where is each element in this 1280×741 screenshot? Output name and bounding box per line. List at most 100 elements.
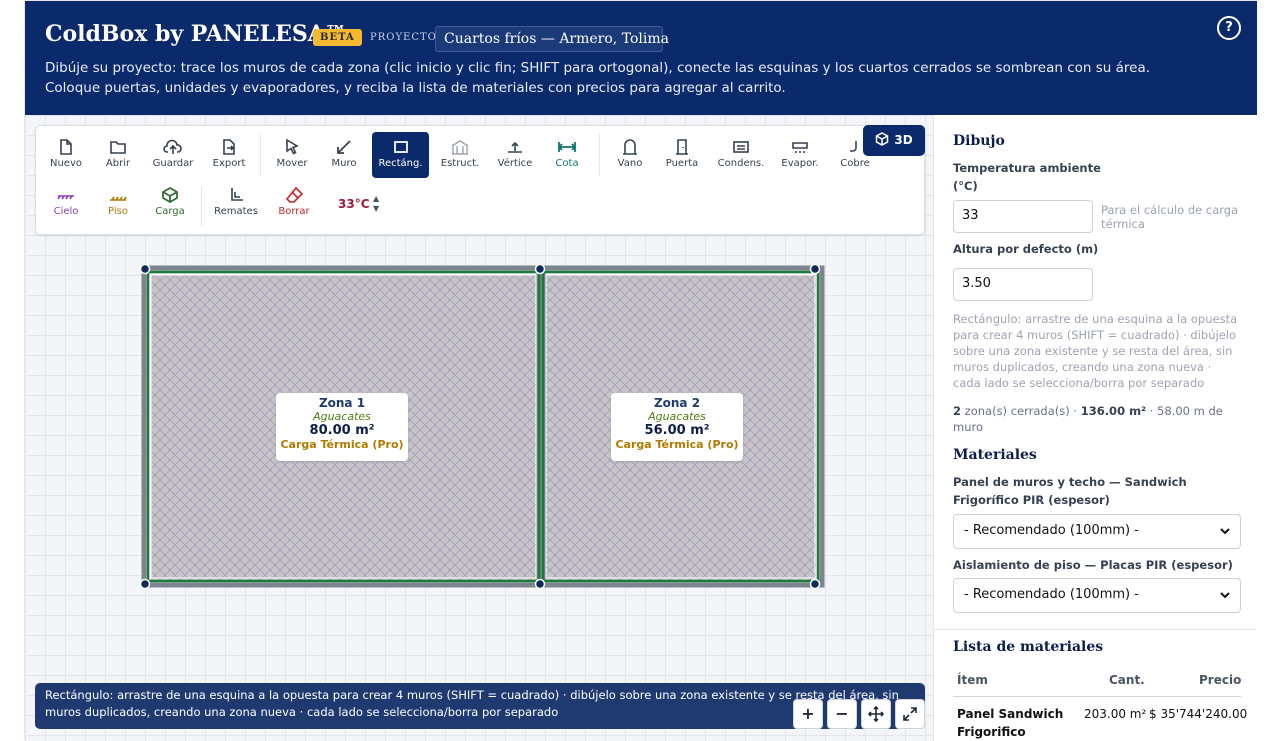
fit-view-button[interactable] [895,699,925,729]
floor-label: Aislamiento de piso — Placas PIR (espeso… [953,558,1233,572]
tool-label: Vano [617,158,643,169]
move-arrows-icon [867,705,885,723]
height-label: Altura por defecto (m) [953,242,1099,256]
tool-label: Carga [155,206,185,217]
drawing-canvas[interactable]: Zona 1 Aguacates 80.00 m² Carga Térmica … [25,115,933,741]
table-row-item: Panel Sandwich Frigorifico 100mm [957,707,1064,739]
structure-icon [451,140,469,155]
chevron-down-icon [1220,592,1230,599]
table-header-divider [953,696,1241,697]
drawing-summary: 2 zona(s) cerrada(s) · 136.00 m² · 58.00… [953,403,1253,435]
tool-label: Guardar [152,158,194,169]
tool-piso[interactable]: Piso [90,184,146,230]
tool-label: Condens. [717,158,765,169]
beta-badge: BETA [313,29,362,46]
tool-label: Cota [555,158,579,169]
default-height-input[interactable]: 3.50 [953,268,1093,301]
drawing-section-title: Dibujo [953,133,1005,149]
tool-label: Vértice [497,158,533,169]
tool-abrir[interactable]: Abrir [90,132,146,178]
zone-name: Zona 1 [318,396,366,410]
tool-puerta[interactable]: Puerta [654,132,710,178]
temp-note: Para el cálculo de carga térmica [1101,203,1239,231]
zone-thermal-load-link[interactable]: Carga Térmica (Pro) [611,438,743,451]
export-icon [223,139,235,155]
tool-cota[interactable]: Cota [539,132,595,178]
cargo-box-icon [162,187,178,203]
tool-mover[interactable]: Mover [264,132,320,178]
vertex-icon [508,141,522,153]
tool-label: Estruct. [440,158,480,169]
tool-muro[interactable]: Muro [316,132,372,178]
wall-line-icon [337,140,351,154]
opening-icon [623,139,637,155]
col-qty: Cant. [1109,673,1145,687]
view-3d-button[interactable]: 3D [863,125,925,156]
temp-stepper[interactable]: ▲ ▼ [373,194,379,214]
tool-label: Rectáng. [378,158,423,169]
tool-remates[interactable]: Remates [208,180,264,226]
trim-icon [231,188,243,201]
tool-evaporador[interactable]: Evapor. [772,132,828,178]
tool-label: Muro [331,158,357,169]
panel-thickness-select[interactable]: - Recomendado (100mm) - [953,514,1241,549]
tool-label: Evapor. [781,158,819,169]
tool-label: Mover [276,158,308,169]
zone-thermal-load-link[interactable]: Carga Térmica (Pro) [276,438,408,451]
zone-label[interactable]: Zona 1 Aguacates 80.00 m² Carga Térmica … [276,393,408,461]
tool-vertice[interactable]: Vértice [487,132,543,178]
summary-area: 136.00 m² [1080,404,1147,418]
zone-label[interactable]: Zona 2 Aguacates 56.00 m² Carga Térmica … [611,393,743,461]
ambient-temp-readout: 33°C [338,197,370,211]
pan-button[interactable] [861,699,891,729]
brand-title: ColdBox by PANELESA™ [45,21,347,47]
app-window: ColdBox by PANELESA™ BETA PROYECTO Cuart… [24,0,1257,741]
section-divider [934,629,1257,630]
toolbar-divider [599,134,600,176]
cloud-upload-icon [163,139,182,154]
pointer-icon [286,138,299,155]
zoom-in-button[interactable]: + [793,699,823,729]
tool-vano[interactable]: Vano [602,132,658,178]
tool-nuevo[interactable]: Nuevo [38,132,94,178]
ambient-temp-input[interactable]: 33 [953,200,1093,233]
tool-borrar[interactable]: Borrar [266,180,322,226]
rectangle-icon [393,141,408,153]
tool-carga[interactable]: Carga [142,180,198,226]
tool-guardar[interactable]: Guardar [145,132,201,178]
tool-help-text: Rectángulo: arrastre de una esquina a la… [953,312,1238,390]
copper-pipe-icon [850,141,857,152]
project-label: PROYECTO [370,32,437,43]
zone-area: 56.00 m² [644,423,710,438]
col-item: Ítem [957,673,988,687]
tool-label: Piso [108,206,128,217]
summary-zones: zona(s) cerrada(s) · [964,404,1078,418]
col-price: Precio [1199,673,1242,687]
floor-insulation-select[interactable]: - Recomendado (100mm) - [953,578,1241,613]
view-3d-label: 3D [894,133,913,147]
zoom-out-button[interactable]: − [827,699,857,729]
zone-name: Zona 2 [653,396,701,410]
folder-icon [110,141,126,154]
dimension-icon [557,142,577,152]
ceiling-icon [57,195,74,200]
tool-label: Cobre [840,158,870,169]
tool-cielo[interactable]: Cielo [38,184,94,230]
help-button[interactable]: ? [1217,16,1241,40]
toolbar-divider [260,134,261,176]
toolbar: Nuevo Abrir Guardar Export Mover Muro Re… [35,125,925,235]
tool-label: Abrir [105,158,131,169]
tool-rectangulo[interactable]: Rectáng. [372,132,429,178]
tool-condensador[interactable]: Condens. [712,132,770,178]
tool-export[interactable]: Export [201,132,257,178]
intro-text: Dibúje su proyecto: trace los muros de c… [45,60,1151,96]
tool-label: Puerta [665,158,699,169]
tool-estructura[interactable]: Estruct. [432,132,488,178]
tool-label: Borrar [278,206,310,217]
panel-label: Panel de muros y techo — Sandwich Frigor… [953,475,1187,507]
tool-label: Nuevo [49,158,82,169]
eraser-icon [285,186,303,203]
project-name-input[interactable]: Cuartos fríos — Armero, Tolima [435,26,669,52]
cube-icon [876,132,889,146]
zone-area: 80.00 m² [309,423,375,438]
